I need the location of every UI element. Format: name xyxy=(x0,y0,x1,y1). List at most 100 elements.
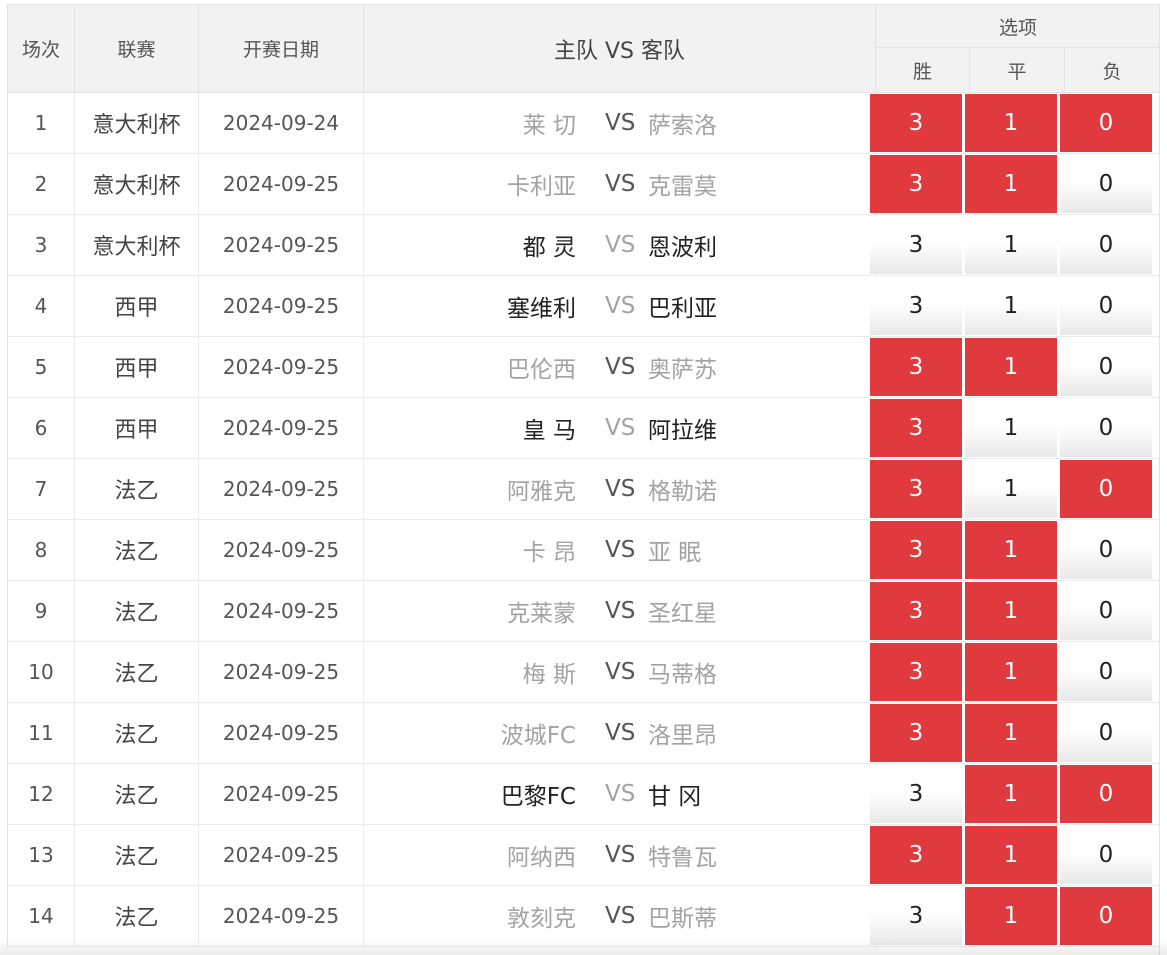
away-team: 特鲁瓦 xyxy=(648,845,717,871)
option-loss-button[interactable]: 0 xyxy=(1060,704,1152,762)
option-win-button[interactable]: 3 xyxy=(870,155,962,213)
option-draw-button[interactable]: 1 xyxy=(965,277,1057,335)
option-loss-button[interactable]: 0 xyxy=(1060,826,1152,884)
row-date: 2024-09-25 xyxy=(199,215,364,275)
row-index: 5 xyxy=(8,337,75,397)
option-loss-button[interactable]: 0 xyxy=(1060,582,1152,640)
option-win-button[interactable]: 3 xyxy=(870,338,962,396)
row-index: 12 xyxy=(8,764,75,824)
option-draw-button[interactable]: 1 xyxy=(965,704,1057,762)
option-win-button[interactable]: 3 xyxy=(870,643,962,701)
option-draw-button[interactable]: 1 xyxy=(965,643,1057,701)
option-win-button[interactable]: 3 xyxy=(870,216,962,274)
row-date: 2024-09-25 xyxy=(199,154,364,214)
option-loss-button[interactable]: 0 xyxy=(1060,338,1152,396)
option-loss-button[interactable]: 0 xyxy=(1060,277,1152,335)
home-team: 卡利亚 xyxy=(507,174,576,200)
row-date: 2024-09-25 xyxy=(199,581,364,641)
home-team: 莱 切 xyxy=(522,113,576,139)
option-win-button[interactable]: 3 xyxy=(870,582,962,640)
option-draw-button[interactable]: 1 xyxy=(965,338,1057,396)
table-row: 10 法乙 2024-09-25 梅 斯 VS 马蒂格 3 1 0 xyxy=(8,642,1160,703)
option-draw-button[interactable]: 1 xyxy=(965,94,1057,152)
option-draw-button[interactable]: 1 xyxy=(965,765,1057,823)
option-win-button[interactable]: 3 xyxy=(870,887,962,945)
option-loss-button[interactable]: 0 xyxy=(1060,765,1152,823)
option-loss-button[interactable]: 0 xyxy=(1060,399,1152,457)
row-date: 2024-09-24 xyxy=(199,93,364,153)
option-win-button[interactable]: 3 xyxy=(870,521,962,579)
row-league: 法乙 xyxy=(75,581,199,641)
option-loss-button[interactable]: 0 xyxy=(1060,216,1152,274)
option-loss-button[interactable]: 0 xyxy=(1060,155,1152,213)
row-league: 法乙 xyxy=(75,886,199,946)
table-body: 1 意大利杯 2024-09-24 莱 切 VS 萨索洛 3 1 0 2 意大利杯 2024-09-2… xyxy=(8,93,1160,947)
row-date: 2024-09-25 xyxy=(199,703,364,763)
away-team: 圣红星 xyxy=(648,601,717,627)
table-header: 场次 联赛 开赛日期 主队 VS 客队 选项 胜 平 负 xyxy=(8,5,1160,93)
row-index: 2 xyxy=(8,154,75,214)
row-index: 8 xyxy=(8,520,75,580)
option-draw-button[interactable]: 1 xyxy=(965,399,1057,457)
home-team: 卡 昂 xyxy=(522,540,576,566)
header-option-loss: 负 xyxy=(1065,48,1160,92)
option-draw-button[interactable]: 1 xyxy=(965,155,1057,213)
vs-label: VS xyxy=(605,354,636,380)
row-date: 2024-09-25 xyxy=(199,276,364,336)
option-win-button[interactable]: 3 xyxy=(870,94,962,152)
vs-label: VS xyxy=(605,293,636,319)
option-draw-button[interactable]: 1 xyxy=(965,582,1057,640)
row-index: 6 xyxy=(8,398,75,458)
vs-label: VS xyxy=(605,171,636,197)
vs-label: VS xyxy=(605,232,636,258)
row-index: 4 xyxy=(8,276,75,336)
table-row: 9 法乙 2024-09-25 克莱蒙 VS 圣红星 3 1 0 xyxy=(8,581,1160,642)
vs-label: VS xyxy=(605,781,636,807)
table-row: 4 西甲 2024-09-25 塞维利 VS 巴利亚 3 1 0 xyxy=(8,276,1160,337)
header-options: 选项 胜 平 负 xyxy=(876,5,1160,92)
home-team: 阿纳西 xyxy=(507,845,576,871)
row-date: 2024-09-25 xyxy=(199,764,364,824)
row-league: 法乙 xyxy=(75,642,199,702)
header-match: 主队 VS 客队 xyxy=(364,5,876,92)
option-loss-button[interactable]: 0 xyxy=(1060,887,1152,945)
row-date: 2024-09-25 xyxy=(199,459,364,519)
home-team: 巴黎FC xyxy=(500,784,576,810)
scrollbar-track[interactable] xyxy=(1159,4,1167,955)
option-loss-button[interactable]: 0 xyxy=(1060,94,1152,152)
header-league: 联赛 xyxy=(75,5,199,92)
option-draw-button[interactable]: 1 xyxy=(965,887,1057,945)
vs-label: VS xyxy=(605,842,636,868)
home-team: 塞维利 xyxy=(507,296,576,322)
row-league: 法乙 xyxy=(75,764,199,824)
row-league: 西甲 xyxy=(75,398,199,458)
vs-label: VS xyxy=(605,537,636,563)
option-draw-button[interactable]: 1 xyxy=(965,521,1057,579)
row-index: 13 xyxy=(8,825,75,885)
row-league: 意大利杯 xyxy=(75,93,199,153)
option-draw-button[interactable]: 1 xyxy=(965,826,1057,884)
home-team: 波城FC xyxy=(500,723,576,749)
row-league: 意大利杯 xyxy=(75,215,199,275)
home-team: 皇 马 xyxy=(522,418,576,444)
option-win-button[interactable]: 3 xyxy=(870,277,962,335)
away-team: 甘 冈 xyxy=(648,784,702,810)
option-draw-button[interactable]: 1 xyxy=(965,460,1057,518)
row-league: 西甲 xyxy=(75,337,199,397)
option-loss-button[interactable]: 0 xyxy=(1060,643,1152,701)
row-date: 2024-09-25 xyxy=(199,642,364,702)
option-draw-button[interactable]: 1 xyxy=(965,216,1057,274)
option-win-button[interactable]: 3 xyxy=(870,826,962,884)
option-loss-button[interactable]: 0 xyxy=(1060,521,1152,579)
option-win-button[interactable]: 3 xyxy=(870,399,962,457)
option-win-button[interactable]: 3 xyxy=(870,460,962,518)
option-loss-button[interactable]: 0 xyxy=(1060,460,1152,518)
option-win-button[interactable]: 3 xyxy=(870,704,962,762)
row-date: 2024-09-25 xyxy=(199,825,364,885)
row-date: 2024-09-25 xyxy=(199,520,364,580)
table-row: 1 意大利杯 2024-09-24 莱 切 VS 萨索洛 3 1 0 xyxy=(8,93,1160,154)
vs-label: VS xyxy=(605,720,636,746)
away-team: 阿拉维 xyxy=(648,418,717,444)
option-win-button[interactable]: 3 xyxy=(870,765,962,823)
home-team: 巴伦西 xyxy=(507,357,576,383)
